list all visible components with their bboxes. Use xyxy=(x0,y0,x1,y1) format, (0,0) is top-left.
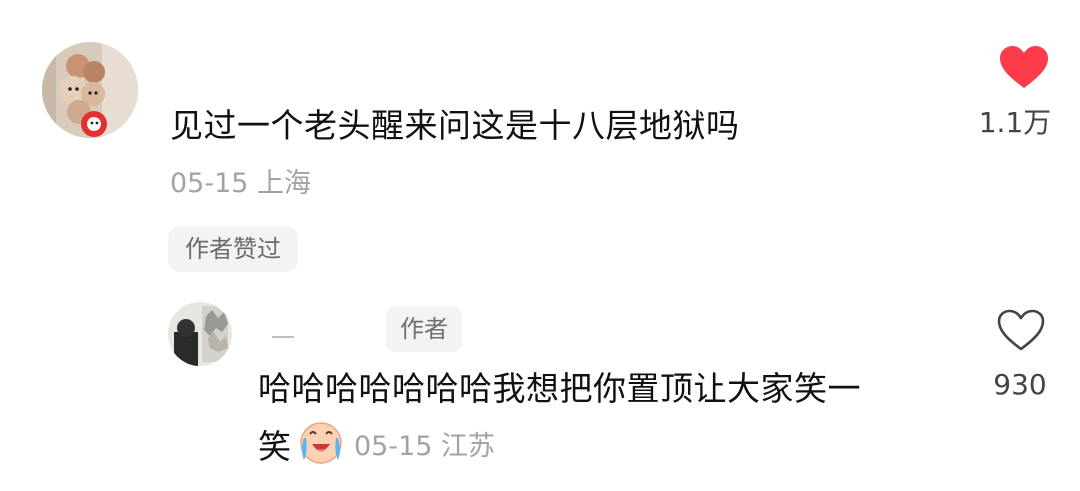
plush-toys-avatar-icon xyxy=(42,42,138,138)
commenter-avatar[interactable] xyxy=(42,42,138,138)
author-liked-badge: 作者赞过 xyxy=(168,226,298,272)
reply-avatar[interactable] xyxy=(168,302,232,366)
crying-laughing-emoji-icon xyxy=(300,422,342,464)
reply-meta: 05-15 江苏 xyxy=(354,431,496,462)
comment-like-count: 1.1万 xyxy=(978,106,1052,139)
reply-like-count: 930 xyxy=(993,368,1047,401)
heart-outline-icon[interactable] xyxy=(996,308,1046,352)
reply-username[interactable] xyxy=(272,318,294,338)
reply-text-line2: 笑 xyxy=(258,427,291,466)
author-tag: 作者 xyxy=(386,306,462,352)
heart-filled-icon[interactable] xyxy=(998,44,1050,90)
comment-text: 见过一个老头醒来问这是十八层地狱吗 xyxy=(170,106,740,145)
reply-text-line1: 哈哈哈哈哈哈哈我想把你置顶让大家笑一 xyxy=(258,369,861,408)
comment-meta: 05-15 上海 xyxy=(170,168,312,199)
dark-photo-avatar-icon xyxy=(168,302,232,366)
comment-thread: 见过一个老头醒来问这是十八层地狱吗 05-15 上海 作者赞过 1.1万 作者 … xyxy=(0,0,1080,491)
